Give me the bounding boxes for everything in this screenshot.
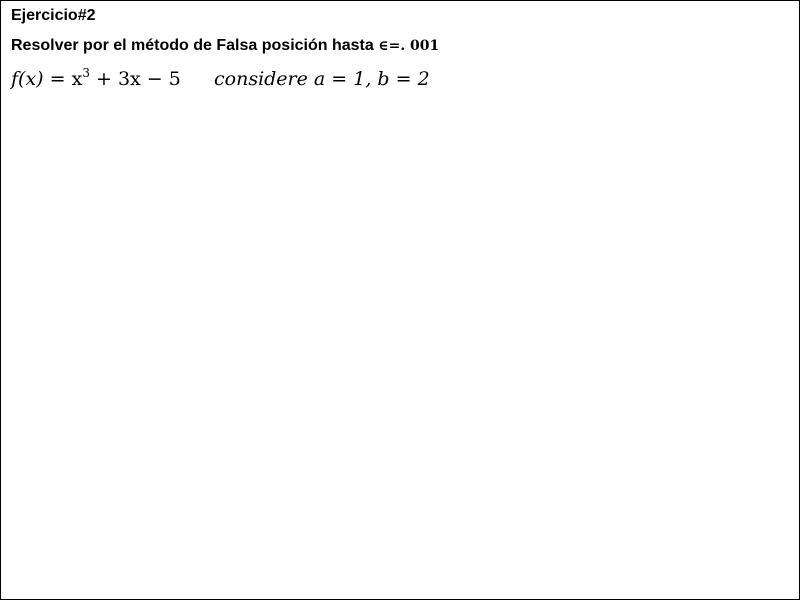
instruction-text: Resolver por el método de Falsa posición… <box>11 36 439 56</box>
function-expression: f(x) = x3 + 3x − 5 <box>11 65 181 93</box>
function-exponent: 3 <box>82 66 90 80</box>
function-lhs: f(x) <box>11 68 44 90</box>
instruction-label: Resolver por el método de Falsa posición… <box>11 37 374 54</box>
tolerance-value: ∈=. 001 <box>378 38 440 54</box>
document-page: Ejercicio#2 Resolver por el método de Fa… <box>0 0 800 600</box>
condition-expression: considere a = 1, b = 2 <box>214 68 430 90</box>
function-rhs-rest: + 3x − 5 <box>96 68 181 90</box>
equation-row: f(x) = x3 + 3x − 5 considere a = 1, b = … <box>11 65 771 95</box>
exercise-title: Ejercicio#2 <box>11 7 96 24</box>
function-rhs-base: = x <box>49 68 83 90</box>
